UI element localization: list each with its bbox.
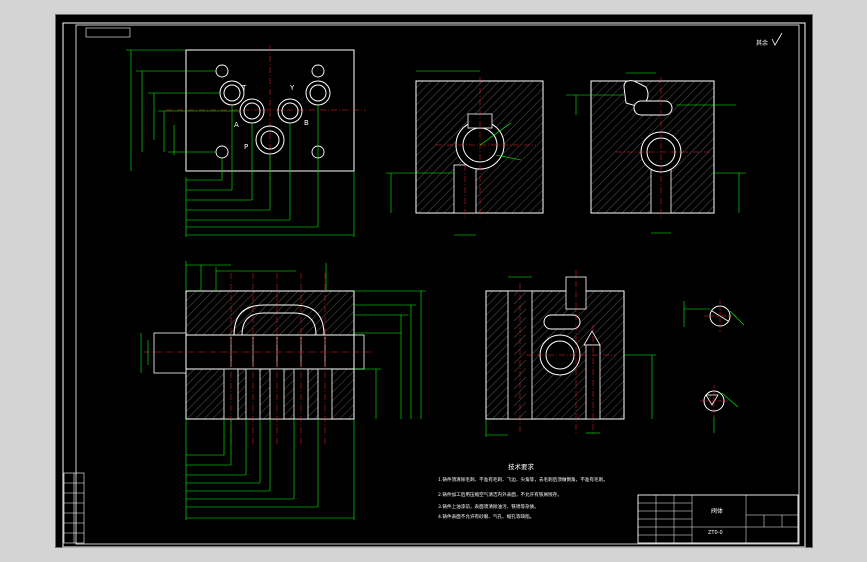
section-view-bb (566, 72, 746, 234)
port-label-a: A (234, 121, 239, 129)
front-section-view (140, 261, 426, 520)
tech-req-item: 3.铸件上油漆前，表面须清除油污、铁锈等杂质。 (438, 503, 539, 510)
tech-req-title: 技术要求 (508, 462, 535, 471)
port-y-hole (305, 80, 331, 106)
cad-application: 其余 T Y A B P 技术要求 1.铸件须清除毛刺、不准有毛刺、飞边、尖角等… (0, 0, 867, 562)
tech-req-item: 1.铸件须清除毛刺、不准有毛刺、飞边、尖角等，去毛刺后须做倒角，不准有毛刺。 (438, 476, 608, 483)
revision-table (63, 472, 85, 544)
part-name: 阀体 (711, 507, 723, 515)
roughness-note: 其余 (756, 39, 768, 47)
technical-requirements: 技术要求 1.铸件须清除毛刺、不准有毛刺、飞边、尖角等，去毛刺后须做倒角，不准有… (438, 462, 608, 520)
roughness-symbol: 其余 (756, 32, 783, 47)
port-label-b: B (304, 119, 309, 127)
tech-req-item: 4.铸件表面不允许有砂眼、气孔、缩孔等缺陷。 (438, 513, 534, 520)
mounting-hole (311, 64, 325, 78)
section-view-cc (485, 270, 656, 437)
port-t-hole (219, 80, 245, 106)
port-label-p: P (244, 143, 248, 151)
title-block: 阀体 ZT0-0 (637, 494, 799, 544)
port-label-t: T (241, 84, 247, 92)
top-view-dimensions (126, 49, 355, 237)
drawing-viewport[interactable]: 其余 T Y A B P 技术要求 1.铸件须清除毛刺、不准有毛刺、飞边、尖角等… (55, 14, 813, 548)
port-b-hole (277, 98, 303, 124)
mounting-hole (215, 64, 229, 78)
tech-req-item: 2.铸件加工后用压缩空气清洁内外表面，不允许有铁屑残存。 (438, 491, 562, 498)
port-label-y: Y (289, 84, 295, 92)
detail-view-2 (700, 385, 739, 433)
corner-label-box (85, 27, 131, 38)
top-view: T Y A B P (126, 45, 366, 237)
engineering-drawing: 其余 T Y A B P 技术要求 1.铸件须清除毛刺、不准有毛刺、飞边、尖角等… (62, 22, 806, 548)
mounting-hole (215, 145, 229, 159)
detail-view-1 (683, 300, 745, 332)
port-a-hole (239, 98, 265, 124)
section-view-aa (386, 70, 544, 236)
drawing-code: ZT0-0 (708, 530, 723, 536)
